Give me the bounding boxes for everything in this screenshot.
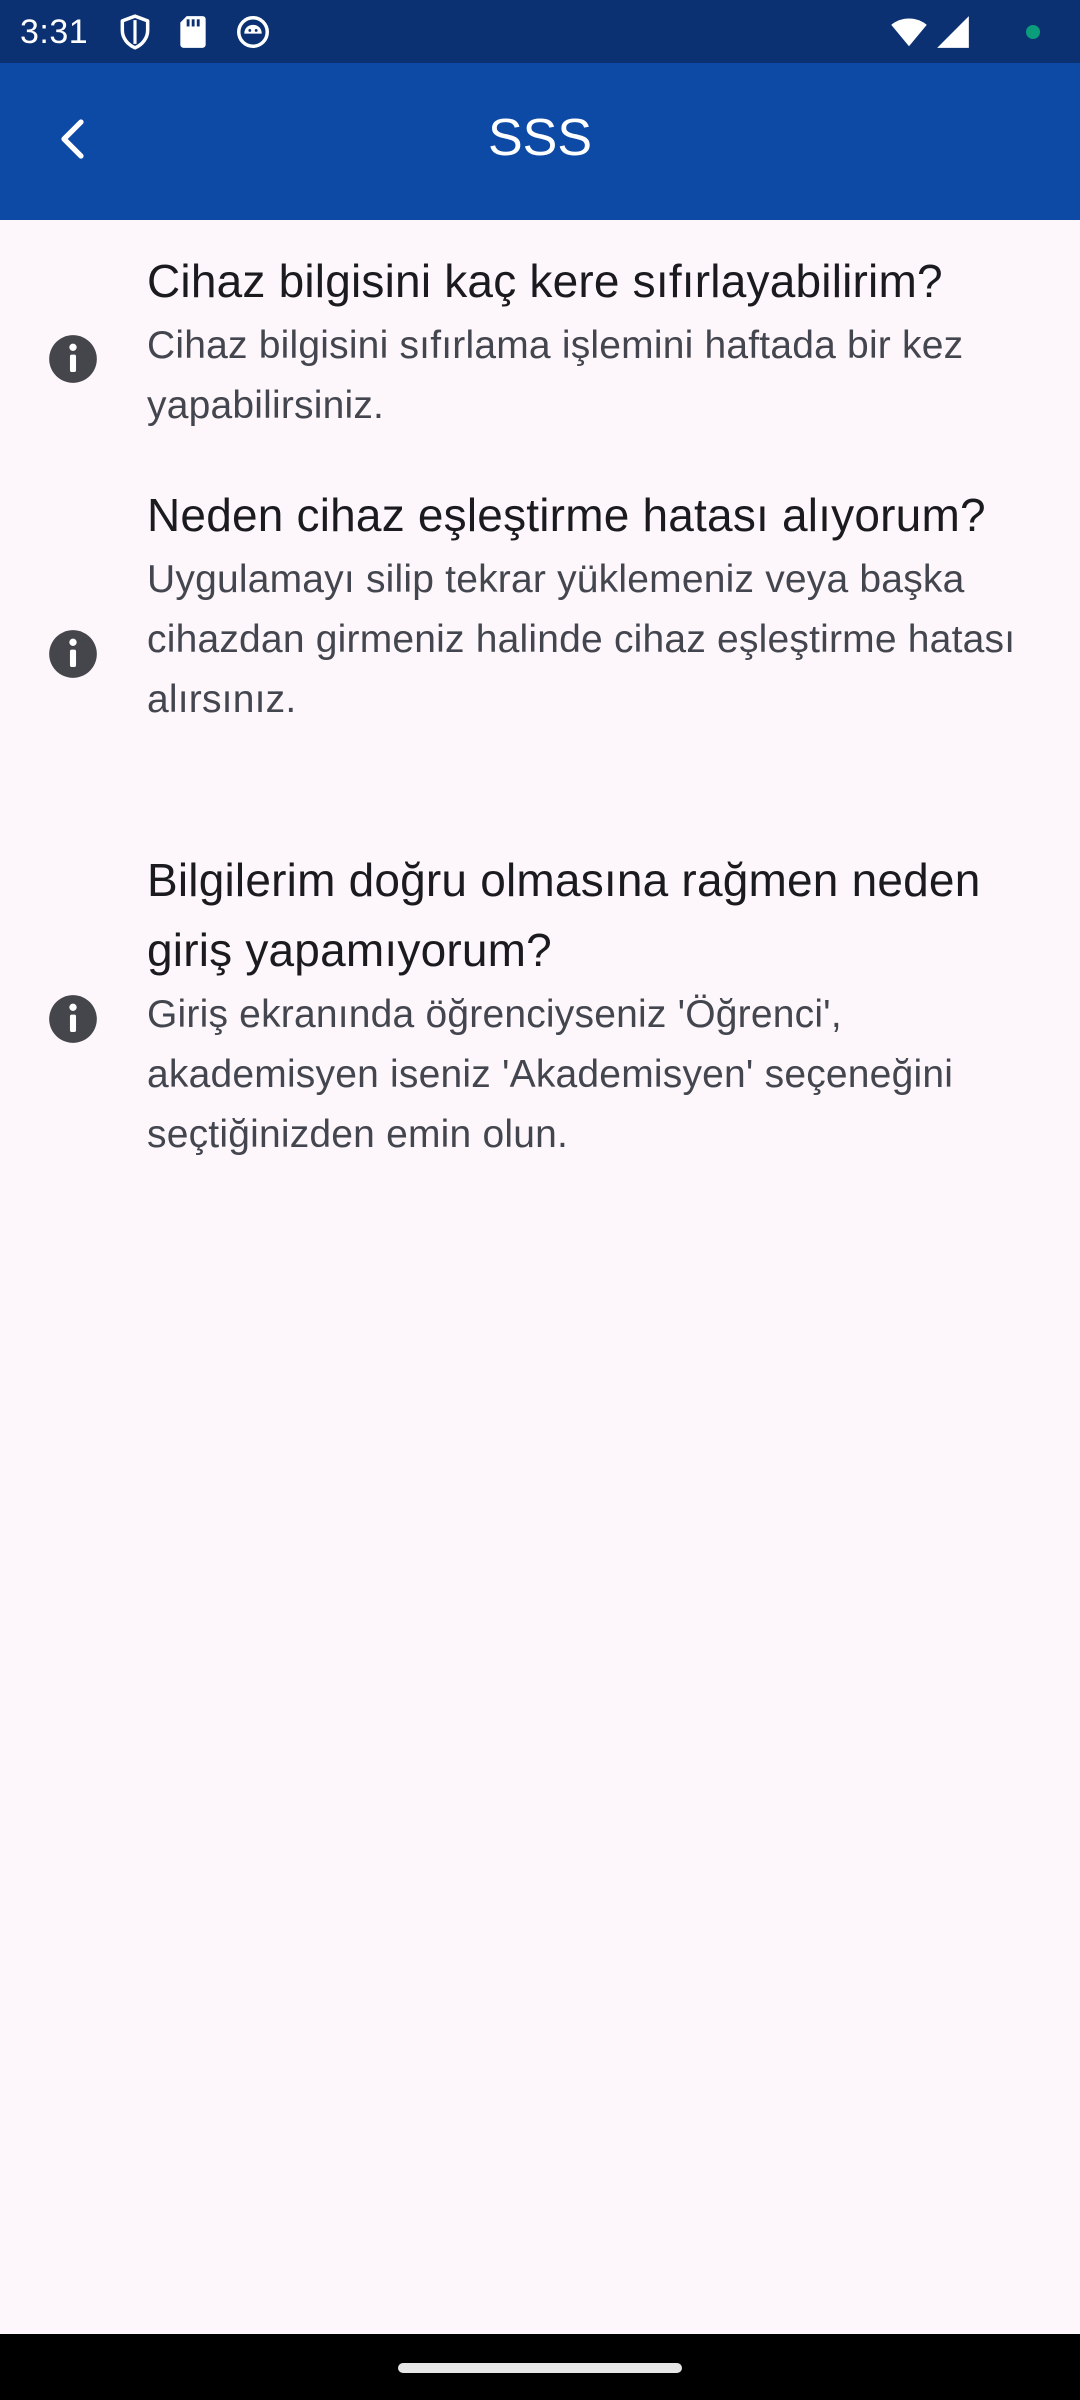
info-icon: [47, 628, 99, 680]
status-time: 3:31: [20, 13, 89, 51]
faq-question: Bilgilerim doğru olmasına rağmen neden g…: [147, 854, 981, 976]
faq-item[interactable]: Cihaz bilgisini kaç kere sıfırlayabiliri…: [0, 246, 1080, 436]
cell-signal-icon: [934, 13, 972, 51]
sd-card-icon: [174, 13, 212, 51]
faq-answer: Giriş ekranında öğrenciyseniz 'Öğrenci',…: [147, 993, 954, 1156]
notification-dot-icon: [1025, 24, 1041, 40]
faq-answer: Cihaz bilgisini sıfırlama işlemini hafta…: [147, 324, 964, 427]
navigation-bar: [0, 2334, 1080, 2400]
info-icon: [47, 333, 99, 385]
status-bar: 3:31: [0, 0, 1080, 63]
faq-item[interactable]: Bilgilerim doğru olmasına rağmen neden g…: [0, 845, 1080, 1165]
app-bar: SSS: [0, 63, 1080, 220]
faq-item[interactable]: Neden cihaz eşleştirme hatası alıyorum? …: [0, 480, 1080, 800]
android-face-icon: [234, 13, 272, 51]
faq-question: Neden cihaz eşleştirme hatası alıyorum?: [147, 489, 986, 541]
home-indicator[interactable]: [398, 2363, 682, 2373]
shield-icon: [116, 13, 154, 51]
page-title: SSS: [487, 109, 593, 167]
wifi-icon: [890, 13, 928, 51]
faq-answer: Uygulamayı silip tekrar yüklemeniz veya …: [147, 558, 1016, 721]
info-icon: [47, 993, 99, 1045]
faq-question: Cihaz bilgisini kaç kere sıfırlayabiliri…: [147, 255, 943, 307]
